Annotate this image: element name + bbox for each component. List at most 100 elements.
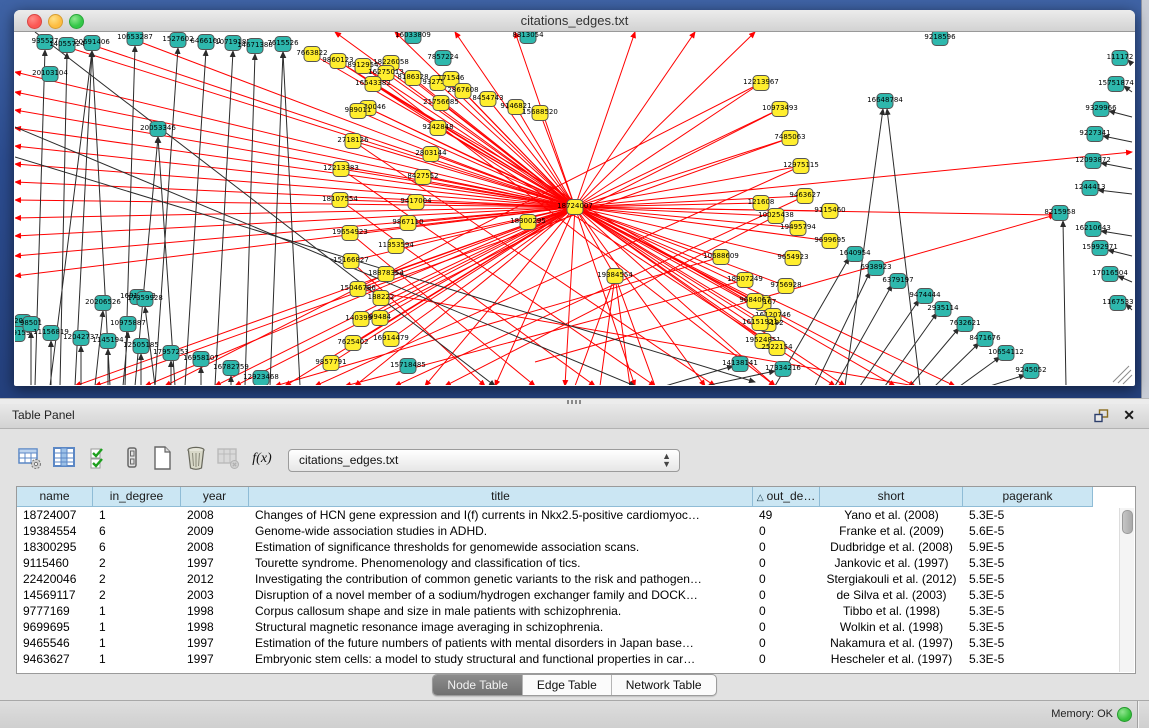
graph-node[interactable]: 19384554 bbox=[597, 269, 633, 284]
table-cell[interactable]: 1 bbox=[93, 619, 181, 635]
table-cell[interactable]: 2012 bbox=[181, 571, 249, 587]
graph-node[interactable]: 1167533 bbox=[1102, 296, 1133, 311]
graph-node[interactable]: 14138141 bbox=[722, 357, 758, 372]
table-cell[interactable]: 6 bbox=[93, 523, 181, 539]
table-cell[interactable]: Dudbridge et al. (2008) bbox=[820, 539, 963, 555]
graph-node[interactable]: 15166827 bbox=[333, 254, 369, 269]
graph-node[interactable]: 7625402 bbox=[337, 336, 368, 351]
graph-edge[interactable] bbox=[575, 276, 615, 385]
graph-node[interactable]: 99484 bbox=[369, 311, 392, 326]
table-cell[interactable]: Disruption of a novel member of a sodium… bbox=[249, 587, 753, 603]
graph-node[interactable]: 19654923 bbox=[332, 226, 368, 241]
graph-node[interactable]: 12213383 bbox=[323, 162, 359, 177]
table-cell[interactable]: 19384554 bbox=[17, 523, 93, 539]
table-cell[interactable]: 2 bbox=[93, 587, 181, 603]
graph-edge[interactable] bbox=[835, 285, 892, 385]
graph-node[interactable]: 16210643 bbox=[1075, 222, 1111, 237]
column-header-short[interactable]: short bbox=[820, 487, 963, 507]
table-cell[interactable]: Genome-wide association studies in ADHD. bbox=[249, 523, 753, 539]
table-cell[interactable]: Jankovic et al. (1997) bbox=[820, 555, 963, 571]
table-cell[interactable]: Corpus callosum shape and size in male p… bbox=[249, 603, 753, 619]
graph-node[interactable]: 16914479 bbox=[373, 332, 409, 347]
table-cell[interactable]: Investigating the contribution of common… bbox=[249, 571, 753, 587]
table-vertical-scrollbar[interactable] bbox=[1119, 508, 1134, 672]
table-cell[interactable]: 2 bbox=[93, 555, 181, 571]
table-cell[interactable]: 14569117 bbox=[17, 587, 93, 603]
table-cell[interactable]: 1997 bbox=[181, 651, 249, 667]
table-row[interactable]: 1830029562008Estimation of significance … bbox=[17, 539, 1119, 555]
graph-node[interactable]: 20206526 bbox=[85, 296, 121, 311]
table-cell[interactable]: 0 bbox=[753, 571, 820, 587]
graph-node[interactable]: 16033809 bbox=[395, 32, 431, 44]
table-cell[interactable]: 5.9E-5 bbox=[963, 539, 1093, 555]
graph-edge[interactable] bbox=[565, 207, 575, 385]
graph-node[interactable]: 6938923 bbox=[860, 261, 891, 276]
table-row[interactable]: 911546021997Tourette syndrome. Phenomeno… bbox=[17, 555, 1119, 571]
network-canvas[interactable]: 1872400798601238912954182260581627501316… bbox=[15, 32, 1134, 385]
scrollbar-thumb[interactable] bbox=[1122, 510, 1133, 534]
graph-edge[interactable] bbox=[575, 83, 761, 207]
table-cell[interactable]: 0 bbox=[753, 555, 820, 571]
tab-network-table[interactable]: Network Table bbox=[612, 675, 716, 695]
graph-node[interactable]: 111172 bbox=[1107, 51, 1134, 66]
graph-edge[interactable] bbox=[575, 32, 635, 207]
graph-node[interactable]: 9218596 bbox=[924, 32, 956, 46]
table-cell[interactable]: de Silva et al. (2003) bbox=[820, 587, 963, 603]
tab-node-table[interactable]: Node Table bbox=[433, 675, 523, 695]
graph-node[interactable]: 2935114 bbox=[927, 302, 959, 317]
table-cell[interactable]: 5.3E-5 bbox=[963, 555, 1093, 571]
graph-edge[interactable] bbox=[215, 51, 233, 385]
table-cell[interactable]: 0 bbox=[753, 523, 820, 539]
table-cell[interactable]: 5.5E-5 bbox=[963, 571, 1093, 587]
graph-node[interactable]: 17334216 bbox=[765, 362, 801, 377]
graph-node[interactable]: 9417004 bbox=[400, 195, 432, 210]
resize-grip[interactable] bbox=[1113, 366, 1132, 384]
graph-node[interactable]: 20103104 bbox=[32, 67, 68, 82]
graph-edge[interactable] bbox=[815, 272, 870, 385]
graph-node[interactable]: 20691406 bbox=[74, 36, 110, 51]
new-table-button[interactable] bbox=[148, 445, 176, 473]
graph-node[interactable]: 9756928 bbox=[770, 279, 801, 294]
float-panel-icon[interactable] bbox=[1094, 409, 1109, 423]
table-cell[interactable]: 49 bbox=[753, 507, 820, 523]
graph-edge[interactable] bbox=[575, 152, 1132, 207]
table-settings-button[interactable] bbox=[16, 445, 44, 473]
graph-node[interactable]: 15688520 bbox=[522, 106, 558, 121]
graph-node[interactable]: 15718485 bbox=[390, 359, 426, 374]
graph-node[interactable]: 1145194 bbox=[92, 334, 124, 349]
graph-edge[interactable] bbox=[960, 357, 1000, 385]
node-attribute-table[interactable]: namein_degreeyeartitle△out_de…shortpager… bbox=[16, 486, 1136, 674]
graph-edge[interactable] bbox=[600, 276, 615, 385]
select-columns-button[interactable] bbox=[86, 445, 114, 473]
table-cell[interactable]: Hescheler et al. (1997) bbox=[820, 651, 963, 667]
table-cell[interactable]: Estimation of significance thresholds fo… bbox=[249, 539, 753, 555]
graph-node[interactable]: 1244413 bbox=[1074, 181, 1105, 196]
table-cell[interactable]: 22420046 bbox=[17, 571, 93, 587]
graph-node[interactable]: 12093872 bbox=[1075, 154, 1111, 169]
graph-node[interactable]: 18107554 bbox=[322, 193, 358, 208]
graph-edge[interactable] bbox=[575, 207, 760, 323]
table-cell[interactable]: 6 bbox=[93, 539, 181, 555]
table-row[interactable]: 1872400712008Changes of HCN gene express… bbox=[17, 507, 1119, 523]
column-header-out_de[interactable]: △out_de… bbox=[753, 487, 820, 507]
graph-node[interactable]: 8813054 bbox=[512, 32, 544, 44]
graph-node[interactable]: 9857791 bbox=[315, 356, 346, 371]
table-cell[interactable]: Yano et al. (2008) bbox=[820, 507, 963, 523]
table-cell[interactable]: 1 bbox=[93, 651, 181, 667]
table-cell[interactable]: 0 bbox=[753, 587, 820, 603]
table-select-dropdown[interactable]: citations_edges.txt ▲▼ bbox=[288, 449, 680, 472]
graph-node[interactable]: 7615526 bbox=[267, 37, 299, 52]
graph-edge[interactable] bbox=[575, 32, 755, 207]
graph-node[interactable]: 9474444 bbox=[909, 289, 941, 304]
show-columns-button[interactable] bbox=[50, 445, 78, 473]
graph-edge[interactable] bbox=[1063, 221, 1066, 385]
table-cell[interactable]: Embryonic stem cells: a model to study s… bbox=[249, 651, 753, 667]
table-cell[interactable]: 1998 bbox=[181, 619, 249, 635]
table-cell[interactable]: Changes of HCN gene expression and I(f) … bbox=[249, 507, 753, 523]
table-cell[interactable]: 0 bbox=[753, 603, 820, 619]
table-cell[interactable]: 2008 bbox=[181, 539, 249, 555]
graph-node[interactable]: 12923468 bbox=[243, 371, 279, 386]
graph-edge[interactable] bbox=[575, 207, 721, 257]
table-cell[interactable]: 18724007 bbox=[17, 507, 93, 523]
graph-node[interactable]: 8471676 bbox=[969, 332, 1001, 347]
